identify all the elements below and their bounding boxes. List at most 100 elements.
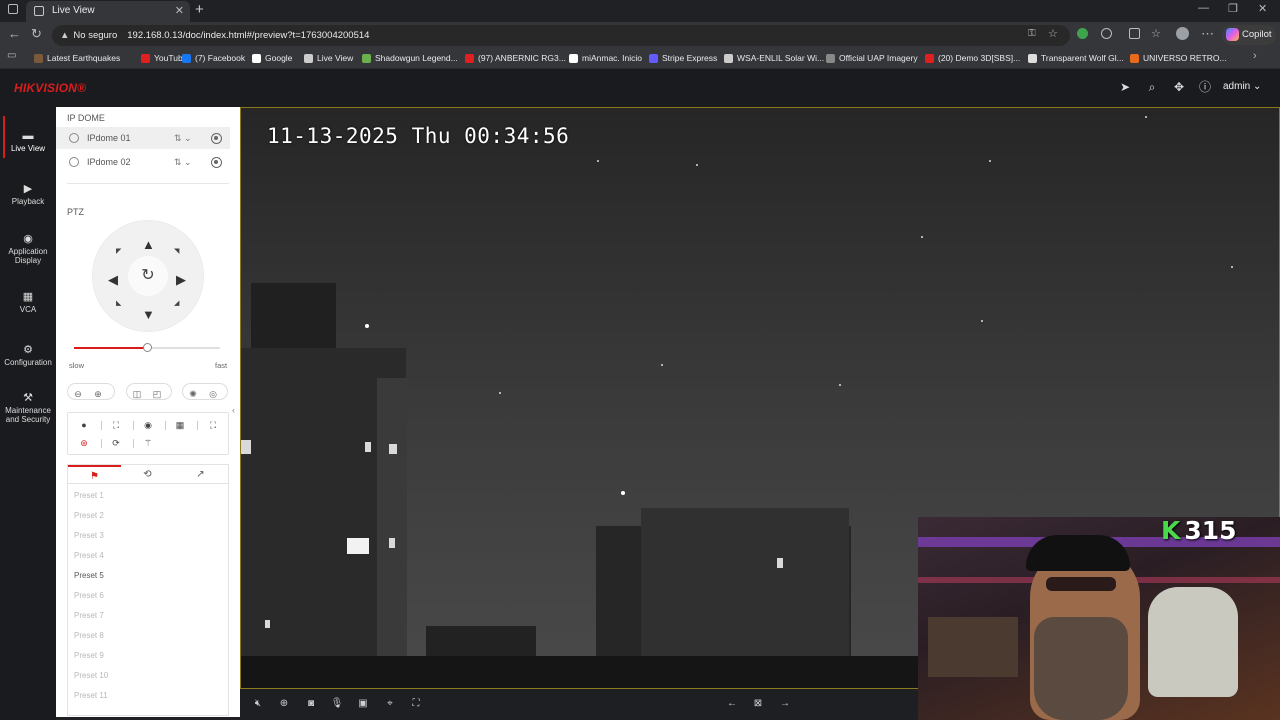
bookmark-item[interactable]: miAnmac. Inicio bbox=[569, 52, 642, 65]
ptz-down-right-button[interactable]: ◢ bbox=[174, 300, 179, 307]
ptz-speed-slider[interactable] bbox=[74, 343, 220, 352]
minimize-icon[interactable]: — bbox=[1198, 2, 1209, 14]
tab-presets[interactable]: ⚑ bbox=[68, 465, 121, 484]
smart-tracking-icon[interactable]: ⛶ bbox=[206, 418, 220, 432]
slider-knob[interactable] bbox=[143, 343, 152, 352]
browser-tab[interactable]: Live View ✕ bbox=[26, 1, 190, 22]
nav-live-view[interactable]: ▬ Live View bbox=[0, 131, 56, 154]
ptz-down-button[interactable]: ▼ bbox=[142, 308, 155, 321]
preset-item[interactable]: Preset 9 bbox=[74, 651, 104, 660]
preset-item[interactable]: Preset 5 bbox=[74, 571, 104, 580]
bookmark-item[interactable]: UNIVERSO RETRO... bbox=[1130, 52, 1227, 65]
record-icon[interactable] bbox=[211, 133, 222, 144]
collapse-panel-icon[interactable]: ‹ bbox=[232, 405, 235, 415]
zoom-out-icon[interactable]: ⊖ bbox=[68, 387, 88, 402]
bookmark-item[interactable]: Shadowgun Legend... bbox=[362, 52, 458, 65]
bookmark-item[interactable]: Transparent Wolf Gl... bbox=[1028, 52, 1124, 65]
reload-icon[interactable]: ↻ bbox=[31, 26, 42, 42]
back-icon[interactable]: ← bbox=[8, 26, 21, 41]
wiper-icon[interactable]: ⚚ bbox=[141, 436, 155, 450]
window-menu-icon[interactable] bbox=[8, 4, 18, 14]
one-touch-focus-icon[interactable]: ◉ bbox=[141, 418, 155, 432]
next-icon[interactable]: → bbox=[778, 697, 792, 711]
bookmark-item[interactable]: WSA-ENLIL Solar Wi... bbox=[724, 52, 824, 65]
record-icon[interactable] bbox=[211, 157, 222, 168]
mute-icon[interactable]: 🔇︎ bbox=[251, 697, 265, 711]
auto-scan-icon[interactable]: ⟳ bbox=[109, 436, 123, 450]
stream-options-icon[interactable]: ⇅ ⌄ bbox=[174, 151, 192, 173]
key-icon[interactable]: ⚿ bbox=[1028, 28, 1036, 39]
stop-all-icon[interactable]: ⊠ bbox=[751, 697, 765, 711]
ptz-up-right-button[interactable]: ◥ bbox=[174, 248, 179, 255]
bookmark-item[interactable]: Latest Earthquakes bbox=[34, 52, 120, 65]
preset-item[interactable]: Preset 11 bbox=[74, 691, 108, 700]
sidebar-toggle-icon[interactable]: ▭ bbox=[7, 50, 16, 61]
ptz-down-left-button[interactable]: ◣ bbox=[116, 300, 121, 307]
bookmark-item[interactable]: (20) Demo 3D[SBS]... bbox=[925, 52, 1020, 65]
stream-options-icon[interactable]: ⇅ ⌄ bbox=[174, 127, 192, 149]
copilot-button[interactable]: Copilot bbox=[1222, 25, 1276, 45]
split-screen-icon[interactable] bbox=[1129, 28, 1140, 39]
iris-close-icon[interactable]: ◎ bbox=[203, 387, 223, 402]
new-tab-button[interactable]: + bbox=[195, 1, 204, 18]
info-icon[interactable]: ⓘ bbox=[1198, 80, 1212, 94]
ptz-up-button[interactable]: ▲ bbox=[142, 238, 155, 251]
nav-configuration[interactable]: ⚙ Configuration bbox=[0, 345, 56, 368]
search-icon[interactable]: ⌕ bbox=[1145, 80, 1159, 94]
3d-position-icon[interactable]: ⛶ bbox=[109, 418, 123, 432]
more-menu-icon[interactable]: ⋯ bbox=[1201, 26, 1214, 42]
bookmark-item[interactable]: Official UAP Imagery bbox=[826, 52, 918, 65]
zoom-in-icon[interactable]: ⊕ bbox=[88, 387, 108, 402]
maximize-icon[interactable]: ❐ bbox=[1228, 2, 1238, 15]
preset-item[interactable]: Preset 2 bbox=[74, 511, 104, 520]
extensions-icon[interactable] bbox=[1101, 28, 1112, 39]
previous-icon[interactable]: ← bbox=[725, 697, 739, 711]
shield-extension-icon[interactable] bbox=[1077, 28, 1088, 39]
record-clip-icon[interactable]: ▣ bbox=[356, 697, 370, 711]
region-focus-icon[interactable]: ⌖ bbox=[383, 697, 397, 711]
send-icon[interactable]: ➤ bbox=[1118, 80, 1132, 94]
address-field[interactable]: ▲ No seguro 192.168.0.13/doc/index.html#/p… bbox=[52, 25, 1070, 46]
preset-item[interactable]: Preset 3 bbox=[74, 531, 104, 540]
camera-item-1[interactable]: IPdome 01 ⇅ ⌄ bbox=[56, 127, 230, 149]
ptz-auto-scan-button[interactable]: ↻ bbox=[128, 256, 168, 296]
bookmark-item[interactable]: (97) ANBERNIC RG3... bbox=[465, 52, 566, 65]
ptz-right-button[interactable]: ▶ bbox=[176, 273, 186, 286]
bookmark-item[interactable]: Google bbox=[252, 52, 292, 65]
close-window-icon[interactable]: ✕ bbox=[1258, 2, 1267, 15]
favorites-icon[interactable]: ☆ bbox=[1151, 27, 1161, 40]
light-icon[interactable]: ● bbox=[77, 418, 91, 432]
microphone-icon[interactable]: 🎙︎ bbox=[330, 697, 344, 711]
focus-near-icon[interactable]: ◫ bbox=[127, 387, 147, 402]
focus-far-icon[interactable]: ◰ bbox=[147, 387, 167, 402]
grid-icon[interactable]: ▦ bbox=[173, 418, 187, 432]
digital-zoom-icon[interactable]: ⊕ bbox=[277, 697, 291, 711]
tab-patrol[interactable]: ⟲ bbox=[121, 465, 174, 484]
preset-item[interactable]: Preset 8 bbox=[74, 631, 104, 640]
tab-pattern[interactable]: ↗ bbox=[174, 465, 227, 484]
bookmark-item[interactable]: Live View bbox=[304, 52, 353, 65]
preset-item[interactable]: Preset 7 bbox=[74, 611, 104, 620]
close-tab-icon[interactable]: ✕ bbox=[175, 1, 184, 21]
bookmark-item[interactable]: Stripe Express bbox=[649, 52, 717, 65]
region-exposure-icon[interactable]: ⛶ bbox=[409, 697, 423, 711]
nav-maintenance[interactable]: ⚒ Maintenance and Security bbox=[0, 393, 56, 425]
nav-application-display[interactable]: ◉ Application Display bbox=[0, 234, 56, 266]
bookmark-item[interactable]: (7) Facebook bbox=[182, 52, 245, 65]
camera-item-2[interactable]: IPdome 02 ⇅ ⌄ bbox=[56, 151, 230, 173]
profile-avatar[interactable] bbox=[1176, 27, 1189, 40]
ptz-up-left-button[interactable]: ◤ bbox=[116, 248, 121, 255]
star-icon[interactable]: ☆ bbox=[1048, 27, 1058, 40]
puzzle-icon[interactable]: ✥ bbox=[1172, 80, 1186, 94]
bookmark-item[interactable]: YouTube bbox=[141, 52, 187, 65]
preset-item[interactable]: Preset 6 bbox=[74, 591, 104, 600]
ptz-left-button[interactable]: ◀ bbox=[108, 273, 118, 286]
chevron-right-icon[interactable]: › bbox=[1253, 50, 1257, 62]
snapshot-icon[interactable]: ◙ bbox=[304, 697, 318, 711]
preset-item[interactable]: Preset 10 bbox=[74, 671, 108, 680]
preset-item[interactable]: Preset 4 bbox=[74, 551, 104, 560]
preset-item[interactable]: Preset 1 bbox=[74, 491, 104, 500]
nav-playback[interactable]: ▶ Playback bbox=[0, 184, 56, 207]
nav-vca[interactable]: ▦ VCA bbox=[0, 292, 56, 315]
user-menu[interactable]: admin ⌄ bbox=[1223, 81, 1261, 92]
